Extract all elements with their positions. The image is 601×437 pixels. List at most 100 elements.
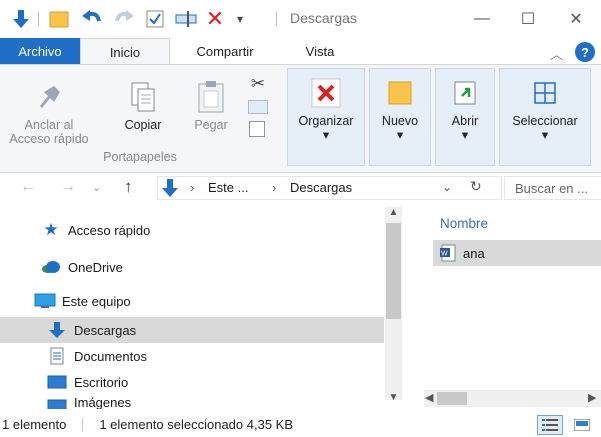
forward-arrow-icon[interactable]: → xyxy=(60,178,76,196)
tree-item-label: Este equipo xyxy=(62,293,131,309)
tree-scroll-thumb[interactable] xyxy=(386,223,401,319)
tree-item-label: Descargas xyxy=(74,322,137,338)
pin-label-line1: Anclar al xyxy=(24,118,74,132)
word-document-icon: W xyxy=(439,244,457,262)
search-input[interactable]: Buscar en ... xyxy=(504,176,601,200)
window-title: Descargas xyxy=(290,10,357,26)
computer-icon xyxy=(34,292,56,310)
help-icon[interactable]: ? xyxy=(575,42,595,62)
path-segment-descargas[interactable]: Descargas xyxy=(290,180,352,195)
tree-item-quick-access[interactable]: ★ Acceso rápido xyxy=(0,217,384,243)
collapse-ribbon-icon[interactable]: ︿ xyxy=(550,44,563,63)
paste-shortcut-icon[interactable] xyxy=(249,121,265,137)
tree-item-label: Imágenes xyxy=(74,395,132,409)
status-bar: 1 elemento 1 elemento seleccionado 4,35 … xyxy=(0,412,601,437)
tree-item-desktop[interactable]: Escritorio xyxy=(0,369,384,395)
copy-button[interactable]: Copiar xyxy=(118,80,168,132)
item-count: 1 elemento xyxy=(2,417,67,432)
undo-icon[interactable] xyxy=(80,9,104,29)
select-label: Seleccionar xyxy=(512,114,578,128)
paste-label: Pegar xyxy=(194,118,228,132)
file-name: ana xyxy=(463,245,485,261)
tab-vista[interactable]: Vista xyxy=(290,38,350,64)
tree-item-label: Acceso rápido xyxy=(68,222,151,238)
download-arrow-icon xyxy=(10,9,32,29)
maximize-button[interactable]: ☐ xyxy=(508,6,548,32)
organize-label: Organizar xyxy=(298,114,354,128)
copy-icon xyxy=(126,80,160,114)
close-button[interactable]: ✕ xyxy=(556,6,596,32)
open-caret: ▾ xyxy=(461,128,469,142)
organize-button[interactable]: Organizar ▾ xyxy=(289,76,363,142)
pin-icon xyxy=(32,80,66,114)
tab-archivo[interactable]: Archivo xyxy=(0,38,80,64)
pictures-icon xyxy=(46,395,68,409)
customize-toolbar-icon[interactable]: ▾ xyxy=(232,9,248,29)
tab-compartir[interactable]: Compartir xyxy=(180,38,270,64)
organize-caret: ▾ xyxy=(322,128,330,142)
large-icons-view-icon[interactable] xyxy=(569,415,595,435)
svg-text:W: W xyxy=(441,251,448,258)
new-button[interactable]: Nuevo ▾ xyxy=(371,76,429,142)
new-folder-icon xyxy=(383,76,417,110)
column-header-name[interactable]: Nombre xyxy=(440,216,488,231)
address-dropdown-icon[interactable]: ⌄ xyxy=(442,180,452,194)
tree-item-label: Escritorio xyxy=(74,374,129,390)
path-chevron: › xyxy=(190,180,195,195)
open-label: Abrir xyxy=(451,114,479,128)
clipboard-group-label: Portapapeles xyxy=(103,150,177,164)
checkbox-icon[interactable] xyxy=(144,9,166,29)
open-button[interactable]: Abrir ▾ xyxy=(437,76,493,142)
redo-icon[interactable] xyxy=(112,9,136,29)
tree-item-pictures[interactable]: Imágenes xyxy=(0,395,384,409)
rename-icon[interactable] xyxy=(174,9,198,29)
path-segment-este[interactable]: Este ... xyxy=(208,180,248,195)
separator xyxy=(82,417,84,432)
scroll-down-icon[interactable]: ▼ xyxy=(386,392,401,406)
separator xyxy=(276,12,277,26)
open-icon xyxy=(448,76,482,110)
new-caret: ▾ xyxy=(396,128,404,142)
delete-icon[interactable]: ✕ xyxy=(204,6,226,31)
back-arrow-icon[interactable]: ← xyxy=(20,178,36,196)
list-scroll-thumb[interactable] xyxy=(437,392,467,405)
pin-label-line2: Acceso rápido xyxy=(9,132,89,146)
tree-item-onedrive[interactable]: OneDrive xyxy=(0,254,384,280)
scroll-up-icon[interactable]: ▲ xyxy=(386,207,401,221)
cloud-icon xyxy=(40,258,62,276)
desktop-icon xyxy=(46,373,68,391)
folder-icon[interactable] xyxy=(48,9,70,29)
separator xyxy=(38,12,39,26)
downloads-icon xyxy=(160,178,180,198)
pin-quick-access-button[interactable]: Anclar al Acceso rápido xyxy=(4,80,94,146)
star-icon: ★ xyxy=(43,220,59,239)
organize-delete-icon xyxy=(309,76,343,110)
select-grid-icon xyxy=(528,76,562,110)
copy-path-icon[interactable] xyxy=(248,100,268,114)
refresh-icon[interactable]: ↻ xyxy=(470,178,482,195)
tree-item-label: OneDrive xyxy=(68,259,123,275)
tree-item-documents[interactable]: Documentos xyxy=(0,343,384,369)
copy-label: Copiar xyxy=(124,118,162,132)
scroll-right-icon[interactable]: ▶ xyxy=(588,391,596,404)
select-caret: ▾ xyxy=(541,128,549,142)
clipboard-icon xyxy=(194,80,228,114)
select-button[interactable]: Seleccionar ▾ xyxy=(501,76,589,142)
selection-info: 1 elemento seleccionado 4,35 KB xyxy=(99,417,294,432)
download-arrow-icon xyxy=(46,321,68,339)
tree-item-downloads[interactable]: Descargas xyxy=(0,317,384,343)
tree-item-this-pc[interactable]: Este equipo xyxy=(0,288,384,314)
path-chevron: › xyxy=(272,180,277,195)
minimize-button[interactable]: — xyxy=(462,6,502,32)
tree-item-label: Documentos xyxy=(74,348,147,364)
scroll-left-icon[interactable]: ◀ xyxy=(425,391,433,404)
recent-locations-icon[interactable]: ⌄ xyxy=(92,181,101,194)
file-row[interactable]: W ana xyxy=(433,240,601,266)
new-label: Nuevo xyxy=(381,114,419,128)
paste-button[interactable]: Pegar xyxy=(186,80,236,132)
tab-inicio[interactable]: Inicio xyxy=(80,38,170,65)
up-arrow-icon[interactable]: ↑ xyxy=(124,177,133,197)
details-view-icon[interactable] xyxy=(537,415,563,435)
document-icon xyxy=(46,347,68,365)
cut-icon[interactable]: ✂ xyxy=(248,74,268,94)
